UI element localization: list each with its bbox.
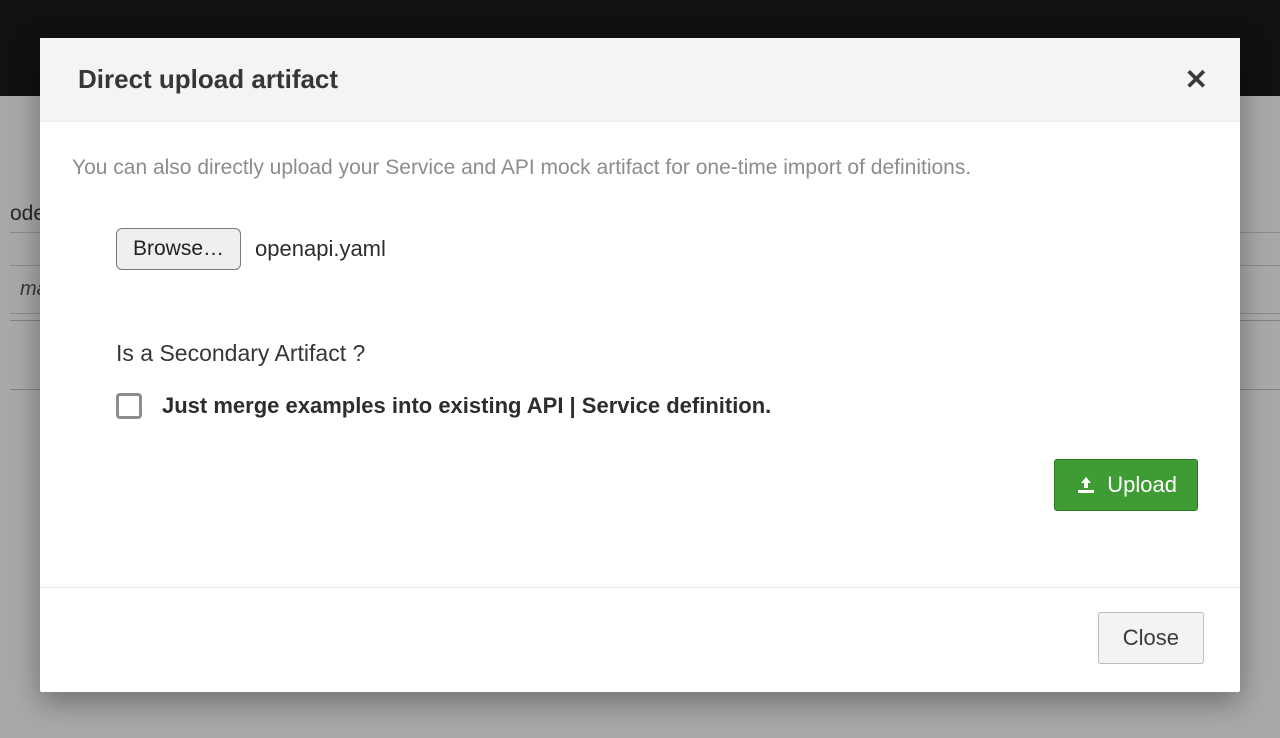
upload-icon [1075, 475, 1097, 495]
upload-button[interactable]: Upload [1054, 459, 1198, 511]
browse-button[interactable]: Browse… [116, 228, 241, 270]
secondary-artifact-question: Is a Secondary Artifact ? [116, 340, 1202, 367]
merge-examples-checkbox[interactable] [116, 393, 142, 419]
upload-button-label: Upload [1107, 472, 1177, 498]
close-button[interactable]: Close [1098, 612, 1204, 664]
merge-examples-label: Just merge examples into existing API | … [162, 393, 771, 419]
selected-file-name: openapi.yaml [255, 236, 386, 262]
modal-footer: Close [40, 587, 1240, 692]
direct-upload-modal: Direct upload artifact ✕ You can also di… [40, 38, 1240, 692]
modal-header: Direct upload artifact ✕ [40, 38, 1240, 122]
modal-description: You can also directly upload your Servic… [72, 156, 1202, 180]
close-icon[interactable]: ✕ [1185, 66, 1208, 94]
upload-button-row: Upload [72, 459, 1202, 511]
secondary-artifact-checkbox-row: Just merge examples into existing API | … [116, 393, 1202, 419]
modal-body: You can also directly upload your Servic… [40, 122, 1240, 587]
file-picker-row: Browse… openapi.yaml [116, 228, 1202, 270]
modal-title: Direct upload artifact [78, 64, 338, 95]
